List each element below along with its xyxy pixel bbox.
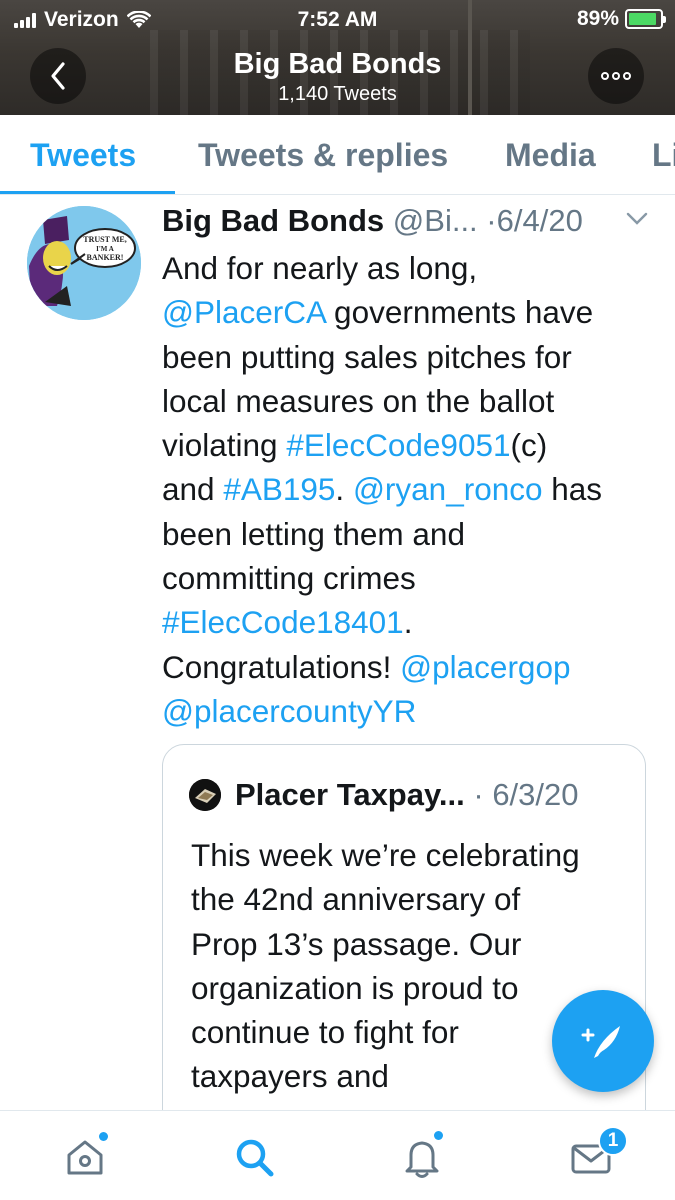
status-bar: Verizon 7:52 AM 89% <box>0 0 675 38</box>
avatar[interactable]: TRUST ME, I'M A BANKER! <box>27 206 141 320</box>
more-options-button[interactable] <box>588 48 644 104</box>
battery-percent: 89% <box>576 7 619 30</box>
compose-tweet-button[interactable] <box>552 990 654 1092</box>
quoted-tweet-author: Placer Taxpay... <box>235 777 465 812</box>
notifications-new-indicator <box>434 1131 443 1140</box>
nav-home[interactable] <box>61 1132 109 1181</box>
hashtag-link[interactable]: #ElecCode18401 <box>162 604 404 640</box>
chevron-down-icon[interactable] <box>626 212 648 226</box>
search-icon <box>236 1139 274 1177</box>
quoted-tweet-date: · 6/3/20 <box>464 777 579 812</box>
home-new-indicator <box>99 1132 108 1141</box>
tab-tweets[interactable]: Tweets <box>30 137 136 174</box>
status-time: 7:52 AM <box>297 8 378 31</box>
tab-likes[interactable]: Li <box>652 137 675 174</box>
hashtag-link[interactable]: #ElecCode9051 <box>286 427 510 463</box>
svg-text:I'M A: I'M A <box>96 245 114 253</box>
more-dots-icon <box>601 72 609 80</box>
tweet-date: ·6/4/20 <box>486 203 583 238</box>
tweet-text: And for nearly as long, @PlacerCA govern… <box>162 250 603 729</box>
profile-screen: Verizon 7:52 AM 89% Big Bad Bonds 1,140 … <box>0 0 675 1200</box>
quoted-tweet-avatar <box>189 779 221 811</box>
mention-link[interactable]: @placergop <box>400 649 570 685</box>
profile-name: Big Bad Bonds <box>233 48 442 80</box>
profile-tabs: Tweets Tweets & replies Media Li <box>0 115 675 195</box>
bottom-navigation-bar <box>0 1110 675 1200</box>
quoted-tweet-text: This week we’re celebrating the 42nd ann… <box>191 837 580 1139</box>
messages-badge: 1 <box>598 1126 628 1156</box>
svg-text:BANKER!: BANKER! <box>87 253 124 262</box>
quoted-tweet-card[interactable]: Placer Taxpay... · 6/3/20 This week we’r… <box>162 744 646 1164</box>
quoted-tweet-header: Placer Taxpay... · 6/3/20 <box>235 777 579 813</box>
mention-link[interactable]: @PlacerCA <box>162 294 325 330</box>
tab-media[interactable]: Media <box>505 137 596 174</box>
tab-tweets-and-replies[interactable]: Tweets & replies <box>198 137 448 174</box>
profile-header: Verizon 7:52 AM 89% Big Bad Bonds 1,140 … <box>0 0 675 115</box>
tweet-author-name[interactable]: Big Bad Bonds <box>162 203 384 238</box>
mention-link[interactable]: @ryan_ronco <box>353 471 543 507</box>
hashtag-link[interactable]: #AB195 <box>223 471 335 507</box>
mention-link[interactable]: @placercountyYR <box>162 693 416 729</box>
svg-text:TRUST ME,: TRUST ME, <box>83 235 126 244</box>
tweet-header: Big Bad Bonds @Bi... ·6/4/20 <box>162 203 662 243</box>
banker-cartoon-image: TRUST ME, I'M A BANKER! <box>27 206 141 320</box>
nav-notifications[interactable] <box>398 1131 446 1181</box>
compose-feather-icon <box>581 1026 620 1058</box>
notifications-icon <box>405 1141 439 1178</box>
nav-search[interactable] <box>230 1133 278 1181</box>
tweet-count: 1,140 Tweets <box>278 83 397 105</box>
tweet-author-handle[interactable]: @Bi... <box>393 203 478 238</box>
active-tab-indicator <box>0 191 175 194</box>
battery-icon <box>625 9 666 29</box>
